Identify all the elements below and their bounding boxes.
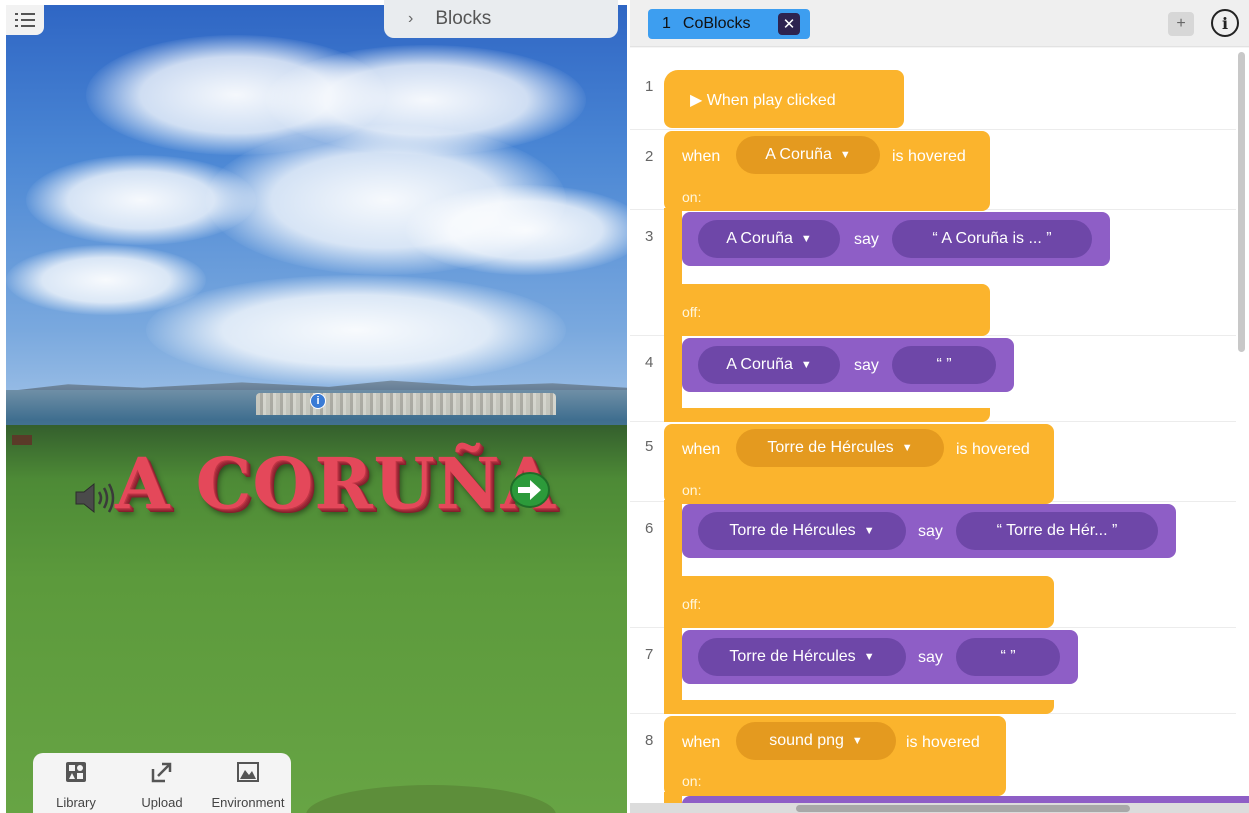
on-label: on:: [682, 773, 702, 789]
arrow-right-icon[interactable]: [508, 470, 552, 510]
off-section: [682, 576, 1054, 628]
event-label: is hovered: [892, 148, 966, 165]
block-spine: [664, 500, 682, 714]
tab-coblocks[interactable]: 1 CoBlocks ✕: [648, 9, 810, 39]
code-editor: 1 CoBlocks ✕ + i 1 2 3 4 5 6 7 8 ▶ When …: [630, 0, 1249, 813]
object-name: sound png: [769, 732, 844, 749]
info-icon[interactable]: i: [1211, 9, 1239, 37]
close-icon[interactable]: ✕: [778, 13, 800, 35]
line-number: 3: [645, 228, 654, 245]
bottom-toolbar: Library Upload Environment: [33, 753, 291, 813]
bench: [12, 435, 32, 445]
object-name: Torre de Hércules: [729, 648, 856, 665]
city-skyline: [256, 393, 556, 415]
library-label: Library: [56, 795, 96, 810]
cloud: [146, 275, 566, 385]
block-end-cap: [664, 408, 990, 422]
say-text: “ ”: [936, 356, 952, 373]
say-text: “ A Coruña is ... ”: [932, 230, 1052, 247]
line-number: 8: [645, 732, 654, 749]
info-marker-icon[interactable]: i: [310, 393, 326, 409]
when-label: when: [682, 441, 721, 458]
when-label: when: [682, 148, 721, 165]
say-label: say: [854, 231, 879, 248]
object-dropdown[interactable]: Torre de Hércules ▼: [698, 638, 906, 676]
object-name: A Coruña: [726, 356, 793, 373]
library-button[interactable]: Library: [36, 761, 116, 810]
say-label: say: [854, 357, 879, 374]
when-play-clicked-block[interactable]: ▶ When play clicked: [664, 70, 904, 128]
tab-label: CoBlocks: [682, 15, 751, 32]
chevron-down-icon: ▼: [800, 359, 812, 371]
say-text: “ ”: [1000, 648, 1016, 665]
scene-viewport[interactable]: [6, 5, 627, 813]
vertical-scrollbar[interactable]: [1238, 52, 1245, 352]
on-label: on:: [682, 482, 702, 498]
say-text-input[interactable]: “ Torre de Hér... ”: [956, 512, 1158, 550]
environment-button[interactable]: Environment: [208, 761, 288, 810]
object-name: A Coruña: [765, 146, 832, 163]
chevron-down-icon: ▼: [901, 442, 913, 454]
chevron-right-icon: ›: [408, 10, 414, 27]
line-number: 6: [645, 520, 654, 537]
blocks-panel-toggle[interactable]: › Blocks: [384, 0, 618, 38]
off-label: off:: [682, 304, 702, 320]
environment-label: Environment: [211, 795, 285, 810]
line-number: 5: [645, 438, 654, 455]
list-icon: [15, 13, 35, 27]
block-end-cap: [664, 700, 1054, 714]
say-text-input[interactable]: “ A Coruña is ... ”: [892, 220, 1092, 258]
tab-number: 1: [662, 15, 671, 32]
chevron-down-icon: ▼: [863, 651, 875, 663]
library-icon: [66, 762, 86, 782]
event-label: is hovered: [956, 441, 1030, 458]
line-number: 2: [645, 148, 654, 165]
say-label: say: [918, 649, 943, 666]
line-number: 7: [645, 646, 654, 663]
chevron-down-icon: ▼: [863, 525, 875, 537]
say-text: “ Torre de Hér... ”: [996, 522, 1118, 539]
upload-icon: [151, 762, 172, 783]
say-text-input[interactable]: “ ”: [892, 346, 996, 384]
object-dropdown[interactable]: Torre de Hércules ▼: [698, 512, 906, 550]
chevron-down-icon: ▼: [839, 149, 851, 161]
object-dropdown[interactable]: sound png ▼: [736, 722, 896, 760]
say-text-input[interactable]: “ ”: [956, 638, 1060, 676]
when-label: when: [682, 734, 721, 751]
upload-label: Upload: [141, 795, 183, 810]
object-name: Torre de Hércules: [767, 439, 894, 456]
play-block-label: ▶ When play clicked: [690, 92, 836, 109]
object-dropdown[interactable]: A Coruña ▼: [736, 136, 880, 174]
menu-button[interactable]: [6, 5, 44, 35]
horizontal-scrollbar-thumb[interactable]: [796, 805, 1130, 812]
off-section: [682, 284, 990, 336]
event-label: is hovered: [906, 734, 980, 751]
object-name: Torre de Hércules: [729, 522, 856, 539]
upload-button[interactable]: Upload: [122, 761, 202, 810]
object-dropdown[interactable]: A Coruña ▼: [698, 346, 840, 384]
object-name: A Coruña: [726, 230, 793, 247]
block-spine: [664, 208, 682, 422]
chevron-down-icon: ▼: [851, 735, 863, 747]
object-dropdown[interactable]: Torre de Hércules ▼: [736, 429, 944, 467]
a-coruna-3d-text[interactable]: A CORUÑA: [115, 442, 556, 525]
chevron-down-icon: ▼: [800, 233, 812, 245]
line-number: 1: [645, 78, 654, 95]
object-dropdown[interactable]: A Coruña ▼: [698, 220, 840, 258]
speaker-icon[interactable]: [72, 478, 116, 518]
editor-tab-bar: 1 CoBlocks ✕ + i: [630, 0, 1249, 47]
environment-icon: [237, 762, 259, 782]
off-label: off:: [682, 596, 702, 612]
block-workspace[interactable]: 1 2 3 4 5 6 7 8 ▶ When play clicked when…: [630, 48, 1249, 813]
add-tab-button[interactable]: +: [1168, 12, 1194, 36]
on-label: on:: [682, 189, 702, 205]
line-number: 4: [645, 354, 654, 371]
say-label: say: [918, 523, 943, 540]
blocks-tab-label: Blocks: [435, 8, 492, 29]
